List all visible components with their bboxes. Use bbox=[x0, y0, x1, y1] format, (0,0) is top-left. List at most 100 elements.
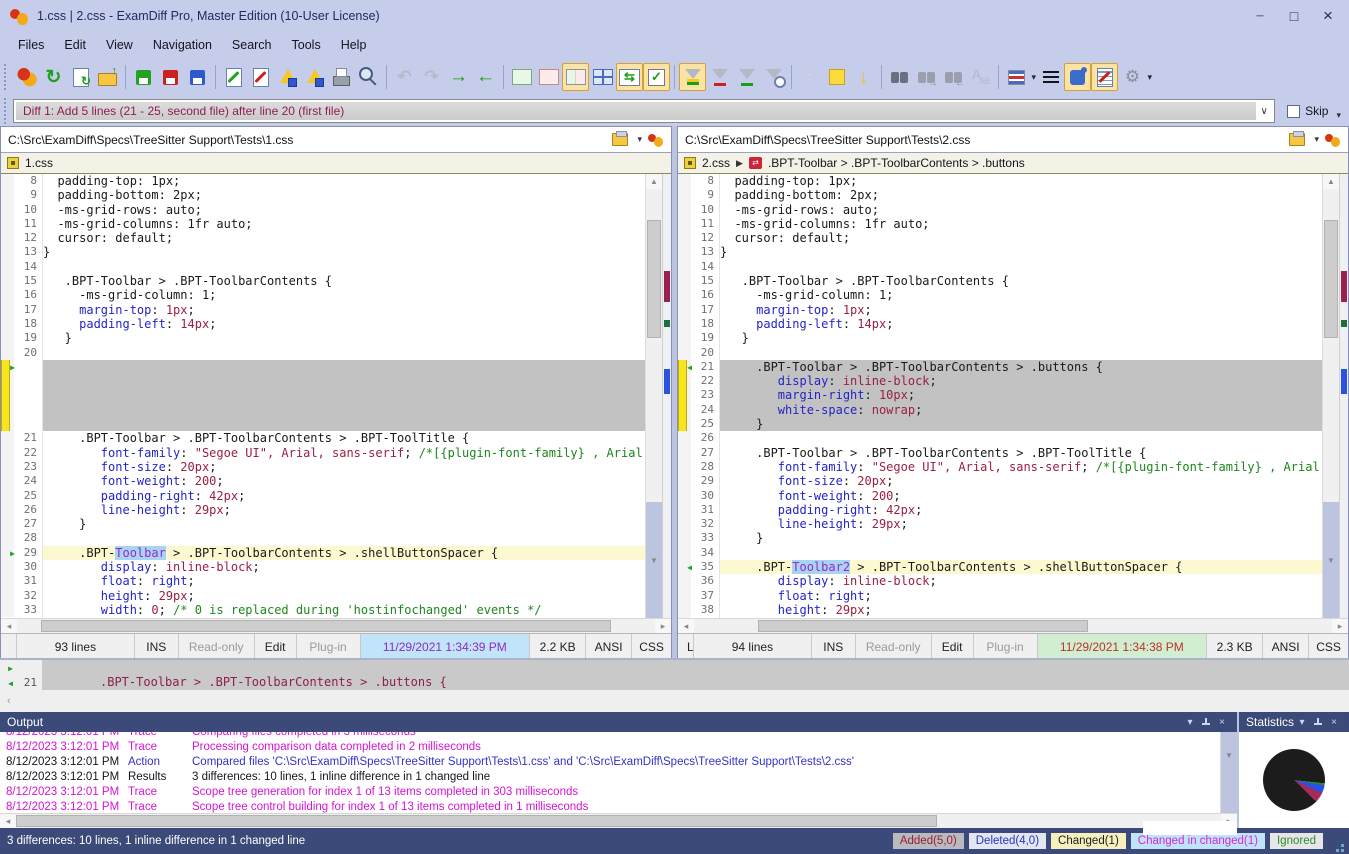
code-line[interactable]: 14 bbox=[678, 260, 1322, 274]
code-line[interactable]: 25 } bbox=[678, 417, 1322, 431]
output-row[interactable]: 8/12/2023 3:12:01 PMActionCompared files… bbox=[0, 755, 1220, 770]
save-both-button[interactable] bbox=[184, 63, 211, 91]
code-line[interactable]: 31 float: right; bbox=[1, 574, 645, 588]
settings-button[interactable] bbox=[1118, 63, 1154, 91]
code-line[interactable]: 9 padding-bottom: 2px; bbox=[1, 188, 645, 202]
left-horizontal-scrollbar[interactable]: ◂ ▸ bbox=[1, 618, 671, 633]
scroll-down-icon[interactable]: ▼ bbox=[1221, 732, 1237, 813]
right-compare-icon[interactable] bbox=[1325, 132, 1341, 148]
code-line[interactable] bbox=[1, 360, 645, 374]
code-line[interactable]: 12 cursor: default; bbox=[678, 231, 1322, 245]
code-line[interactable]: 23 font-size: 20px; bbox=[1, 460, 645, 474]
code-line[interactable]: 15 .BPT-Toolbar > .BPT-ToolbarContents { bbox=[678, 274, 1322, 288]
code-line[interactable]: 31 padding-right: 42px; bbox=[678, 503, 1322, 517]
diff-details-button[interactable] bbox=[1003, 63, 1037, 91]
code-line[interactable] bbox=[1, 374, 645, 388]
swap-and-recompare-button[interactable] bbox=[67, 63, 94, 91]
code-line[interactable] bbox=[1, 403, 645, 417]
right-open-icon[interactable] bbox=[1289, 133, 1305, 146]
menu-item-view[interactable]: View bbox=[96, 34, 143, 56]
menu-item-navigation[interactable]: Navigation bbox=[143, 34, 222, 56]
save-left-result-button[interactable] bbox=[274, 63, 301, 91]
code-line[interactable]: 18 padding-left: 14px; bbox=[1, 317, 645, 331]
skip-checkbox[interactable] bbox=[1287, 105, 1300, 118]
edit-options-button[interactable] bbox=[1091, 63, 1118, 91]
output-horizontal-scrollbar[interactable]: ◂ ▸ bbox=[0, 813, 1237, 828]
output-dropdown-icon[interactable]: ▾ bbox=[1182, 717, 1198, 728]
print-button[interactable] bbox=[328, 63, 355, 91]
scroll-up-icon[interactable]: ▲ bbox=[646, 174, 662, 189]
code-line[interactable]: 28 font-family: "Segoe UI", Arial, sans-… bbox=[678, 460, 1322, 474]
right-crumb-scope[interactable]: .BPT-Toolbar > .BPT-ToolbarContents > .b… bbox=[768, 156, 1025, 170]
code-line[interactable]: 20 bbox=[1, 346, 645, 360]
close-button[interactable] bbox=[1311, 4, 1345, 28]
save-right-result-button[interactable] bbox=[301, 63, 328, 91]
code-line[interactable]: 26 bbox=[678, 431, 1322, 445]
search-filter-button[interactable] bbox=[760, 63, 787, 91]
show-changed-filter-button[interactable] bbox=[733, 63, 760, 91]
right-diff-map[interactable] bbox=[1339, 174, 1348, 618]
left-hscroll-thumb[interactable] bbox=[41, 620, 611, 632]
output-row[interactable]: 8/12/2023 3:12:01 PMTraceComparing files… bbox=[0, 732, 1220, 740]
right-code-editor[interactable]: 8 padding-top: 1px;9 padding-bottom: 2px… bbox=[678, 174, 1322, 618]
menu-item-tools[interactable]: Tools bbox=[282, 34, 331, 56]
code-line[interactable]: 13} bbox=[678, 245, 1322, 259]
previous-difference-button[interactable] bbox=[796, 63, 823, 91]
code-line[interactable]: 16 -ms-grid-column: 1; bbox=[678, 288, 1322, 302]
code-line[interactable]: 17 margin-top: 1px; bbox=[678, 303, 1322, 317]
current-difference-button[interactable] bbox=[823, 63, 850, 91]
diff-map-mark[interactable] bbox=[1341, 369, 1347, 393]
output-row[interactable]: 8/12/2023 3:12:01 PMTraceScope tree gene… bbox=[0, 785, 1220, 800]
code-line[interactable]: 8 padding-top: 1px; bbox=[1, 174, 645, 188]
current-diff-row[interactable] bbox=[0, 660, 1349, 675]
right-path-bar[interactable]: C:\Src\ExamDiff\Specs\TreeSitter Support… bbox=[678, 127, 1348, 153]
combo-dropdown-icon[interactable]: ∨ bbox=[1256, 106, 1272, 117]
edit-second-button[interactable] bbox=[247, 63, 274, 91]
left-code-editor[interactable]: 8 padding-top: 1px;9 padding-bottom: 2px… bbox=[1, 174, 645, 618]
code-line[interactable]: 32 height: 29px; bbox=[1, 589, 645, 603]
code-line[interactable]: 23 margin-right: 10px; bbox=[678, 388, 1322, 402]
code-line[interactable]: 27 .BPT-Toolbar > .BPT-ToolbarContents >… bbox=[678, 446, 1322, 460]
code-line[interactable]: 24 font-weight: 200; bbox=[1, 474, 645, 488]
auto-recompare-button[interactable] bbox=[643, 63, 670, 91]
scroll-down-icon[interactable]: ▼ bbox=[646, 502, 662, 618]
code-line[interactable]: 10 -ms-grid-rows: auto; bbox=[678, 203, 1322, 217]
left-path-bar[interactable]: C:\Src\ExamDiff\Specs\TreeSitter Support… bbox=[1, 127, 671, 153]
code-line[interactable]: 21 .BPT-Toolbar > .BPT-ToolbarContents >… bbox=[678, 360, 1322, 374]
output-row[interactable]: 8/12/2023 3:12:01 PMTraceScope tree cont… bbox=[0, 800, 1220, 813]
code-line[interactable]: 8 padding-top: 1px; bbox=[678, 174, 1322, 188]
skip-option[interactable]: Skip ▾ bbox=[1287, 102, 1341, 121]
code-line[interactable]: 33 width: 0; /* 0 is replaced during 'ho… bbox=[1, 603, 645, 617]
redo-button[interactable] bbox=[418, 63, 445, 91]
copy-to-left-button[interactable] bbox=[472, 63, 499, 91]
copy-to-right-button[interactable] bbox=[445, 63, 472, 91]
right-crumb-file[interactable]: 2.css bbox=[702, 156, 730, 170]
scroll-left-icon[interactable]: ◂ bbox=[0, 814, 16, 828]
left-vertical-scrollbar[interactable]: ▲ ▼ bbox=[645, 174, 662, 618]
code-line[interactable]: 21 .BPT-Toolbar > .BPT-ToolbarContents >… bbox=[1, 431, 645, 445]
toolbar-grip[interactable] bbox=[4, 64, 9, 90]
right-vertical-scrollbar[interactable]: ▲ ▼ bbox=[1322, 174, 1339, 618]
code-line[interactable]: 29 font-size: 20px; bbox=[678, 474, 1322, 488]
statistics-close-icon[interactable]: × bbox=[1326, 717, 1342, 728]
show-deleted-filter-button[interactable] bbox=[706, 63, 733, 91]
left-vscroll-thumb[interactable] bbox=[647, 220, 661, 338]
split-view-button[interactable] bbox=[562, 63, 589, 91]
diff-selector-combo[interactable]: Diff 1: Add 5 lines (21 - 25, second fil… bbox=[13, 99, 1275, 123]
left-diff-map[interactable] bbox=[662, 174, 671, 618]
line-inspector-button[interactable] bbox=[1037, 63, 1064, 91]
code-line[interactable]: 30 font-weight: 200; bbox=[678, 489, 1322, 503]
edit-first-button[interactable] bbox=[220, 63, 247, 91]
left-open-dropdown-icon[interactable]: ▾ bbox=[637, 134, 642, 145]
left-compare-icon[interactable] bbox=[648, 132, 664, 148]
code-line[interactable]: 27 } bbox=[1, 517, 645, 531]
code-line[interactable]: 37 float: right; bbox=[678, 589, 1322, 603]
statistics-pin-icon[interactable] bbox=[1313, 717, 1323, 727]
code-line[interactable]: 22 display: inline-block; bbox=[678, 374, 1322, 388]
scroll-up-icon[interactable]: ▲ bbox=[1323, 174, 1339, 189]
save-first-button[interactable] bbox=[130, 63, 157, 91]
next-difference-button[interactable] bbox=[850, 63, 877, 91]
output-pin-icon[interactable] bbox=[1201, 717, 1211, 727]
find-next-button[interactable] bbox=[913, 63, 940, 91]
code-line[interactable]: 19 } bbox=[678, 331, 1322, 345]
